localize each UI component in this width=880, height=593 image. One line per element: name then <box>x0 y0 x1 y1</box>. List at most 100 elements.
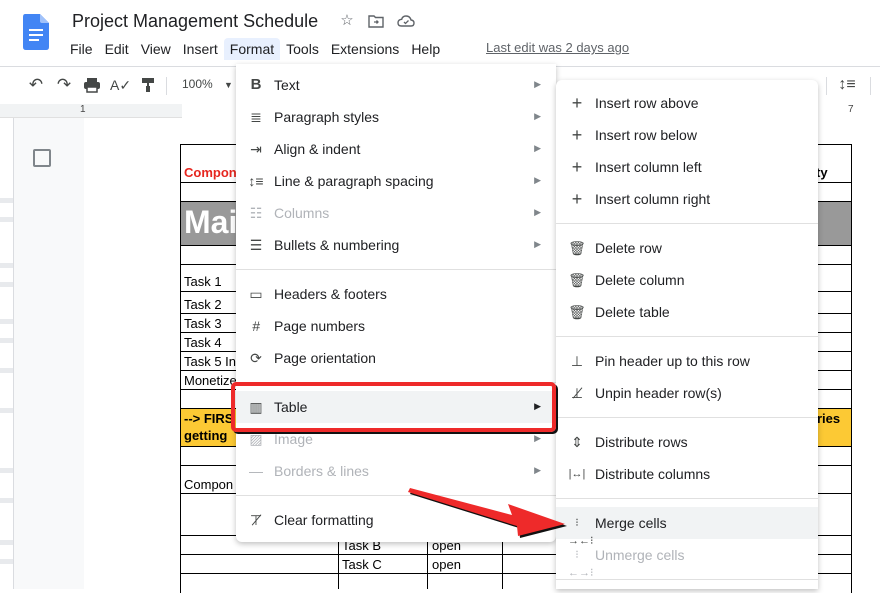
toolbar-divider <box>826 77 827 95</box>
menu-view[interactable]: View <box>135 38 177 60</box>
menu-tools[interactable]: Tools <box>280 38 325 60</box>
cloud-saved-icon[interactable] <box>397 12 415 30</box>
unpin-icon: ⊥̸ <box>570 385 584 401</box>
bold-icon: B <box>250 76 262 93</box>
document-title[interactable]: Project Management Schedule <box>72 11 318 32</box>
table-cell: getting <box>184 428 228 443</box>
format-menu-item-page-numbers[interactable]: # Page numbers <box>236 310 556 342</box>
star-icon[interactable]: ☆ <box>338 12 356 30</box>
border-line-icon: — <box>249 463 263 479</box>
table-menu-item-insert-column-left[interactable]: + Insert column left <box>556 151 818 183</box>
table-menu-item-pin-header[interactable]: ⊥ Pin header up to this row <box>556 345 818 377</box>
submenu-arrow-icon: ▶ <box>534 79 541 89</box>
ruler-marker <box>0 540 13 545</box>
ruler-marker <box>0 559 13 564</box>
table-cell: Monetize <box>184 373 237 388</box>
format-menu-item-columns[interactable]: ☷ Columns ▶ <box>236 197 556 229</box>
trash-icon: 🗑︎ <box>568 240 586 256</box>
table-cell: Compon <box>184 165 237 180</box>
format-menu-item-page-orientation[interactable]: ⟳ Page orientation <box>236 342 556 374</box>
table-cell: Task 5 In <box>184 354 237 369</box>
format-menu-item-bullets-numbering[interactable]: ☰ Bullets & numbering ▶ <box>236 229 556 261</box>
table-menu-item-insert-column-right[interactable]: + Insert column right <box>556 183 818 215</box>
app-header: Project Management Schedule ☆ File Edit … <box>0 0 880 64</box>
format-menu-item-paragraph-styles[interactable]: ≣ Paragraph styles ▶ <box>236 101 556 133</box>
table-menu-item-distribute-rows[interactable]: ⇕ Distribute rows <box>556 426 818 458</box>
menu-item-label: Bullets & numbering <box>274 237 400 253</box>
last-edit-link[interactable]: Last edit was 2 days ago <box>486 40 629 55</box>
format-menu-item-headers-footers[interactable]: ▭ Headers & footers <box>236 278 556 310</box>
column-divider <box>502 535 503 589</box>
table-menu-item-unpin-header[interactable]: ⊥̸ Unpin header row(s) <box>556 377 818 409</box>
headers-footers-icon: ▭ <box>249 286 263 302</box>
hash-icon: # <box>252 318 260 334</box>
move-to-folder-icon[interactable] <box>367 12 385 30</box>
line-spacing-icon[interactable]: ↕≡ <box>837 75 857 95</box>
clear-formatting-icon: ⊤̸ <box>249 512 263 528</box>
menu-item-label: Distribute columns <box>595 466 711 482</box>
menu-divider <box>556 336 818 337</box>
format-menu-item-text[interactable]: B Text ▶ <box>236 69 556 101</box>
menu-item-label: Insert row above <box>595 95 699 111</box>
chevron-down-icon: ▼ <box>224 80 233 90</box>
paragraph-styles-icon: ≣ <box>250 109 262 125</box>
menu-item-label: Unpin header row(s) <box>595 385 722 401</box>
toolbar-divider <box>870 77 871 95</box>
menu-item-label: Merge cells <box>595 515 667 531</box>
menu-item-label: Delete table <box>595 304 670 320</box>
ruler-marker <box>0 498 13 503</box>
distribute-rows-icon: ⇕ <box>571 434 583 450</box>
zoom-select[interactable]: 100% ▼ <box>182 77 233 91</box>
menu-item-label: Delete column <box>595 272 685 288</box>
table-cell: Task 3 <box>184 316 222 331</box>
google-docs-logo-icon[interactable] <box>23 14 49 50</box>
line-spacing-icon: ↕≡ <box>248 173 264 189</box>
ruler-marker <box>0 198 13 203</box>
spellcheck-icon[interactable]: A✓ <box>110 75 131 95</box>
document-outline-icon[interactable] <box>33 149 51 167</box>
menu-item-label: Borders & lines <box>274 463 369 479</box>
annotation-highlight-box <box>231 382 556 432</box>
menu-divider <box>236 269 556 270</box>
table-cell: Task C <box>342 557 382 572</box>
table-menu-item-delete-row[interactable]: 🗑︎ Delete row <box>556 232 818 264</box>
table-menu-item-distribute-columns[interactable]: |↔| Distribute columns <box>556 458 818 490</box>
paint-format-icon[interactable] <box>138 75 158 95</box>
bulleted-list-icon: ☰ <box>249 237 263 253</box>
menu-format[interactable]: Format <box>223 38 281 60</box>
menu-file[interactable]: File <box>64 38 99 60</box>
plus-icon: + <box>571 93 583 113</box>
ruler-number: 7 <box>848 104 854 115</box>
table-menu-item-delete-column[interactable]: 🗑︎ Delete column <box>556 264 818 296</box>
unmerge-cells-icon: ⁝←→⁝ <box>568 549 594 579</box>
menu-item-label: Clear formatting <box>274 512 374 528</box>
table-menu-item-insert-row-above[interactable]: + Insert row above <box>556 87 818 119</box>
menu-edit[interactable]: Edit <box>99 38 135 60</box>
columns-icon: ☷ <box>249 205 263 221</box>
submenu-arrow-icon: ▶ <box>534 207 541 217</box>
ruler-marker <box>0 408 13 413</box>
menu-item-label: Text <box>274 77 300 93</box>
format-menu-item-line-spacing[interactable]: ↕≡ Line & paragraph spacing ▶ <box>236 165 556 197</box>
table-menu-item-insert-row-below[interactable]: + Insert row below <box>556 119 818 151</box>
menu-extensions[interactable]: Extensions <box>325 38 405 60</box>
undo-icon[interactable]: ↶ <box>26 75 46 95</box>
menu-help[interactable]: Help <box>405 38 446 60</box>
image-icon: ▨ <box>249 431 263 447</box>
align-indent-icon: ⇥ <box>250 141 262 157</box>
trash-icon: 🗑︎ <box>568 304 586 320</box>
table-menu-item-merge-cells[interactable]: ⁝→←⁝ Merge cells <box>556 507 818 547</box>
table-cell: Compon <box>184 477 234 492</box>
ruler-number: 1 <box>80 104 86 115</box>
vertical-ruler[interactable] <box>0 118 14 589</box>
print-icon[interactable] <box>82 75 102 95</box>
menu-insert[interactable]: Insert <box>177 38 224 60</box>
submenu-arrow-icon: ▶ <box>534 239 541 249</box>
format-menu-item-align-indent[interactable]: ⇥ Align & indent ▶ <box>236 133 556 165</box>
menu-item-label: Unmerge cells <box>595 547 685 563</box>
ruler-marker <box>0 319 13 324</box>
redo-icon[interactable]: ↷ <box>54 75 74 95</box>
table-menu-item-unmerge-cells[interactable]: ⁝←→⁝ Unmerge cells <box>556 539 818 579</box>
table-cell: open <box>432 557 461 572</box>
table-menu-item-delete-table[interactable]: 🗑︎ Delete table <box>556 296 818 328</box>
